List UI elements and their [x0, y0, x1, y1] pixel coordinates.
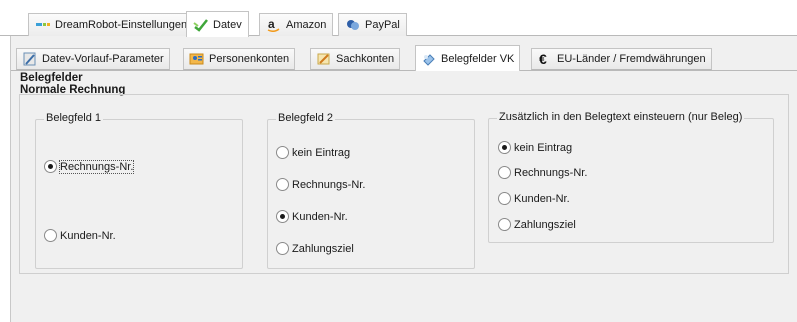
tab-datev[interactable]: Datev: [186, 11, 249, 37]
datev-icon: [193, 18, 209, 32]
radio-label: Rechnungs-Nr.: [292, 178, 366, 191]
amazon-icon: a: [266, 17, 282, 33]
radio-label: Rechnungs-Nr.: [514, 166, 588, 179]
group-title: Belegfeld 2: [276, 112, 336, 124]
radio-belegtext-kunden-nr[interactable]: Kunden-Nr.: [498, 192, 570, 205]
radio-button[interactable]: [276, 146, 289, 159]
tab-label: Personenkonten: [209, 53, 290, 65]
datev-panel: Datev-Vorlauf-Parameter Personenkonten S…: [10, 36, 797, 322]
tab-label: DreamRobot-Einstellungen: [55, 19, 188, 31]
radio-label: Zahlungsziel: [514, 218, 576, 231]
radio-button[interactable]: [498, 218, 511, 231]
radio-button-checked[interactable]: [44, 160, 57, 173]
group-belegfeld-2: Belegfeld 2 kein Eintrag Rechnungs-Nr. K…: [267, 112, 475, 269]
radio-belegtext-rechnungs-nr[interactable]: Rechnungs-Nr.: [498, 166, 587, 179]
radio-label: Kunden-Nr.: [60, 229, 116, 242]
paypal-icon: [345, 18, 361, 32]
belegfelder-content: Belegfelder Normale Rechnung Belegfeld 1…: [11, 71, 797, 322]
tab-label: PayPal: [365, 19, 400, 31]
radio-belegfeld2-rechnungs-nr[interactable]: Rechnungs-Nr.: [276, 178, 365, 191]
document-icon: [421, 52, 437, 66]
tab-label: EU-Länder / Fremdwährungen: [557, 53, 706, 65]
tab-label: Datev-Vorlauf-Parameter: [42, 53, 164, 65]
radio-label: Zahlungsziel: [292, 242, 354, 255]
tab-belegfelder-vk[interactable]: Belegfelder VK: [415, 45, 521, 71]
tab-datev-vorlauf-parameter[interactable]: Datev-Vorlauf-Parameter: [16, 48, 170, 70]
sub-tab-strip: Datev-Vorlauf-Parameter Personenkonten S…: [11, 36, 797, 72]
tab-personenkonten[interactable]: Personenkonten: [183, 48, 296, 70]
group-belegfeld-1: Belegfeld 1 Rechnungs-Nr. Kunden-Nr.: [35, 112, 243, 269]
group-belegtext: Zusätzlich in den Belegtext einsteuern (…: [488, 111, 774, 243]
top-bar: [0, 0, 797, 11]
tab-label: Sachkonten: [336, 53, 395, 65]
radio-belegfeld2-kein-eintrag[interactable]: kein Eintrag: [276, 146, 350, 159]
radio-label: kein Eintrag: [514, 141, 573, 154]
radio-label: kein Eintrag: [292, 146, 351, 159]
euro-icon: €: [537, 51, 553, 67]
tab-paypal[interactable]: PayPal: [338, 13, 407, 36]
radio-button[interactable]: [276, 178, 289, 191]
radio-label: Rechnungs-Nr.: [58, 159, 135, 174]
radio-button[interactable]: [498, 192, 511, 205]
tab-amazon[interactable]: a Amazon: [259, 13, 334, 36]
section-title: Belegfelder: [20, 72, 83, 84]
tab-label: Datev: [213, 18, 242, 31]
radio-label: Kunden-Nr.: [292, 210, 348, 223]
radio-belegfeld2-kunden-nr[interactable]: Kunden-Nr.: [276, 210, 348, 223]
svg-text:€: €: [539, 52, 547, 66]
radio-button[interactable]: [498, 166, 511, 179]
accounts-icon: [316, 52, 332, 66]
radio-belegfeld1-rechnungs-nr[interactable]: Rechnungs-Nr.: [44, 159, 135, 174]
radio-button[interactable]: [44, 229, 57, 242]
persons-icon: [189, 52, 205, 66]
tab-sachkonten[interactable]: Sachkonten: [310, 48, 401, 70]
group-title: Zusätzlich in den Belegtext einsteuern (…: [497, 111, 745, 123]
dreamrobot-icon: [35, 18, 51, 32]
tab-label: Amazon: [286, 19, 327, 31]
svg-text:a: a: [268, 18, 275, 31]
radio-label: Kunden-Nr.: [514, 192, 570, 205]
tab-label: Belegfelder VK: [441, 52, 515, 65]
radio-belegtext-kein-eintrag[interactable]: kein Eintrag: [498, 141, 572, 154]
radio-belegfeld2-zahlungsziel[interactable]: Zahlungsziel: [276, 242, 354, 255]
tab-eu-laender-fremdwaehrungen[interactable]: € EU-Länder / Fremdwährungen: [531, 48, 712, 70]
radio-belegtext-zahlungsziel[interactable]: Zahlungsziel: [498, 218, 576, 231]
tab-dreamrobot-settings[interactable]: DreamRobot-Einstellungen: [28, 13, 195, 36]
radio-button[interactable]: [276, 242, 289, 255]
radio-button-checked[interactable]: [276, 210, 289, 223]
parameter-icon: [22, 52, 38, 66]
group-title: Belegfeld 1: [44, 112, 104, 124]
radio-button-checked[interactable]: [498, 141, 511, 154]
radio-belegfeld1-kunden-nr[interactable]: Kunden-Nr.: [44, 229, 116, 242]
main-tab-strip: DreamRobot-Einstellungen Datev a Amazon …: [0, 11, 797, 37]
